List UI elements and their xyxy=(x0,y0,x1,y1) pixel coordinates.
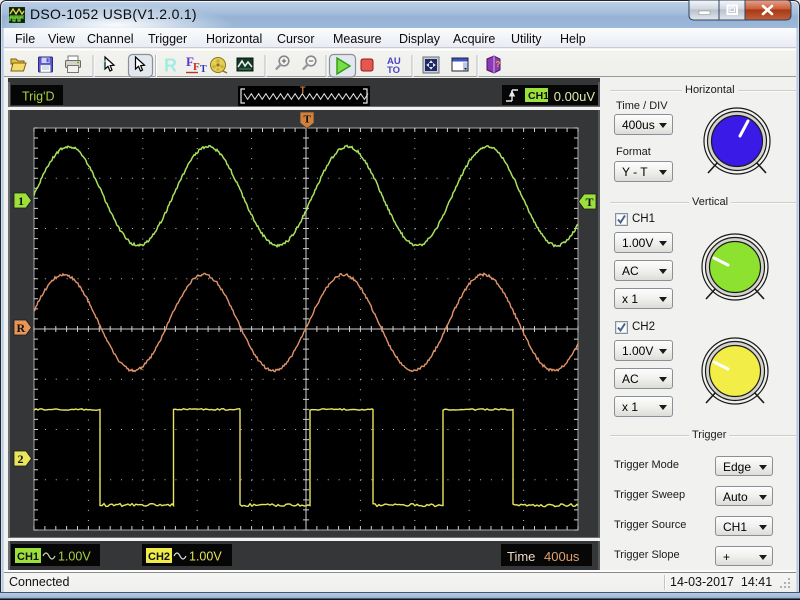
svg-text:400us: 400us xyxy=(544,549,580,564)
svg-text:0.00uV: 0.00uV xyxy=(554,89,596,104)
svg-text:T: T xyxy=(304,114,312,126)
svg-text:T: T xyxy=(586,195,594,209)
svg-text:CH2: CH2 xyxy=(148,551,170,563)
svg-text:Trig'D: Trig'D xyxy=(22,90,54,104)
svg-text:1.00V: 1.00V xyxy=(58,550,91,564)
svg-text:TO: TO xyxy=(387,65,400,76)
svg-text:1.00V: 1.00V xyxy=(189,550,222,564)
svg-text:R: R xyxy=(164,56,177,76)
svg-text:?: ? xyxy=(496,60,501,69)
svg-text:CH1: CH1 xyxy=(17,551,39,563)
svg-text:T: T xyxy=(200,64,207,75)
svg-text:1: 1 xyxy=(18,194,24,208)
svg-text:2: 2 xyxy=(18,452,24,466)
svg-text:F: F xyxy=(193,61,200,73)
svg-text:T: T xyxy=(300,85,306,95)
svg-text:T: T xyxy=(99,57,108,73)
svg-text:CH1: CH1 xyxy=(528,90,549,102)
svg-text:R: R xyxy=(17,321,26,335)
svg-text:Time: Time xyxy=(507,549,535,564)
